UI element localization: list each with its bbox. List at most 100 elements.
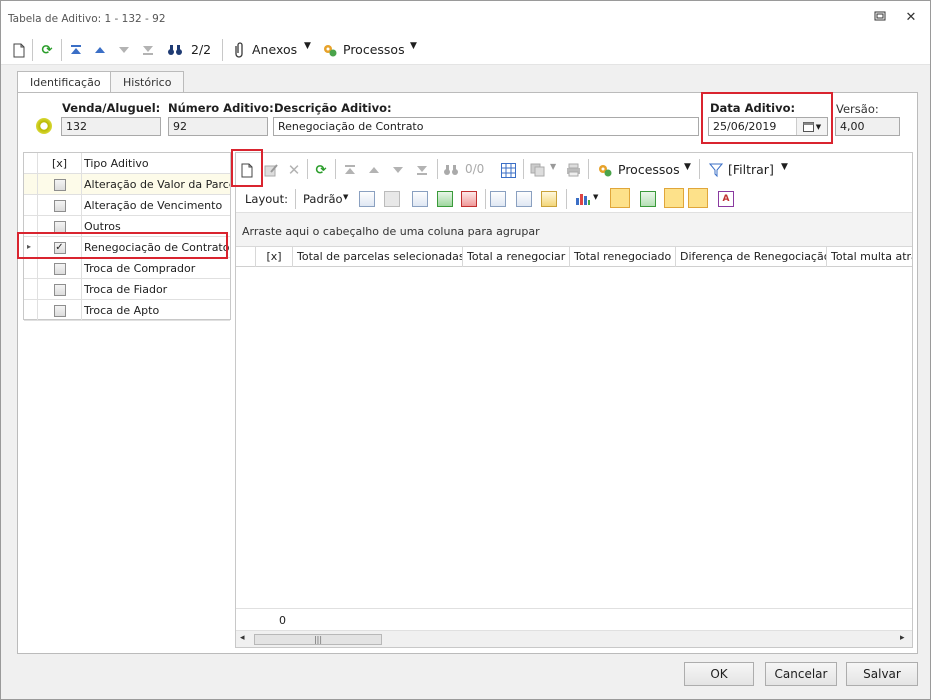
binoculars-icon[interactable]	[166, 41, 184, 59]
tipo-row[interactable]: Troca de Comprador	[24, 258, 230, 279]
chart-dropdown-icon[interactable]: ▼	[593, 193, 598, 201]
processos-dropdown-icon[interactable]: ▼	[410, 41, 417, 51]
delete-icon[interactable]: ✕	[285, 161, 303, 179]
group-panel[interactable]: Arraste aqui o cabeçalho de uma coluna p…	[236, 213, 912, 247]
filter-icon[interactable]	[707, 161, 725, 179]
next-record-icon[interactable]	[115, 41, 133, 59]
column-header-diferenca[interactable]: Diferença de Renegociação	[676, 247, 827, 267]
new-icon[interactable]	[10, 41, 28, 59]
row-checkbox-cell[interactable]	[38, 258, 82, 279]
tipo-row[interactable]: Troca de Apto	[24, 300, 230, 321]
processos-detail-dropdown-icon[interactable]: ▼	[684, 162, 691, 172]
edit-icon[interactable]	[262, 161, 280, 179]
separator	[523, 159, 524, 179]
highlight-icon[interactable]	[541, 191, 557, 207]
scroll-right-icon[interactable]: ▸	[900, 633, 905, 643]
view-option-3-icon[interactable]	[664, 188, 684, 208]
checkbox[interactable]	[53, 178, 66, 191]
copy-icon[interactable]	[529, 161, 547, 179]
previous-record-icon[interactable]	[91, 41, 109, 59]
row-checkbox-cell[interactable]	[38, 279, 82, 300]
view-option-2-icon[interactable]	[640, 191, 656, 207]
title-bar: Tabela de Aditivo: 1 - 132 - 92 ✕	[1, 1, 930, 35]
last-detail-icon[interactable]	[413, 161, 431, 179]
cancel-button[interactable]: Cancelar	[765, 662, 837, 686]
checkbox[interactable]	[53, 262, 66, 275]
save-layout-icon[interactable]	[359, 191, 375, 207]
numero-field[interactable]: 92	[168, 117, 268, 136]
save-button[interactable]: Salvar	[846, 662, 918, 686]
font-icon[interactable]: A	[718, 191, 734, 207]
tipo-label: Troca de Comprador	[84, 262, 196, 275]
tipo-label: Alteração de Valor da Parcela	[84, 178, 230, 191]
delete-layout-icon[interactable]	[384, 191, 400, 207]
print-icon[interactable]	[564, 161, 582, 179]
checkbox[interactable]	[53, 283, 66, 296]
row-indicator	[24, 258, 38, 279]
processos-gear-icon[interactable]	[321, 41, 339, 59]
anexos-dropdown-icon[interactable]: ▼	[304, 41, 311, 51]
tipo-row[interactable]: Alteração de Valor da Parcela	[24, 174, 230, 195]
export-up-icon[interactable]	[461, 191, 477, 207]
tab-historico[interactable]: Histórico	[110, 71, 185, 93]
sum-icon[interactable]	[516, 191, 532, 207]
venda-field[interactable]: 132	[61, 117, 161, 136]
group-by-icon[interactable]	[490, 191, 506, 207]
filtrar-button[interactable]: [Filtrar]	[728, 162, 774, 177]
layout-dropdown-icon[interactable]: ▼	[343, 193, 348, 201]
layout-padrao-select[interactable]: Padrão	[303, 192, 343, 206]
processos-detail-button[interactable]: Processos	[618, 162, 680, 177]
ok-button[interactable]: OK	[684, 662, 754, 686]
row-checkbox-cell[interactable]	[38, 195, 82, 216]
copy-dropdown-icon[interactable]: ▼	[550, 162, 556, 171]
row-checkbox-cell[interactable]	[38, 174, 82, 195]
last-record-icon[interactable]	[139, 41, 157, 59]
filtrar-dropdown-icon[interactable]: ▼	[781, 162, 788, 172]
separator	[588, 159, 589, 179]
tipo-row[interactable]: Troca de Fiador	[24, 279, 230, 300]
columns-icon[interactable]	[412, 191, 428, 207]
column-header-total-parcelas[interactable]: Total de parcelas selecionadas	[293, 247, 463, 267]
next-detail-icon[interactable]	[389, 161, 407, 179]
export-down-icon[interactable]	[437, 191, 453, 207]
column-header-total-renegociar[interactable]: Total a renegociar	[463, 247, 570, 267]
scroll-left-icon[interactable]: ◂	[240, 633, 245, 643]
tipo-header[interactable]: Tipo Aditivo	[84, 157, 230, 170]
tipo-row[interactable]: Alteração de Vencimento	[24, 195, 230, 216]
aditivo-window: Tabela de Aditivo: 1 - 132 - 92 ✕ ⟳ 2/2	[0, 0, 931, 700]
anexos-button[interactable]: Anexos	[252, 42, 297, 57]
close-icon[interactable]: ✕	[902, 10, 920, 26]
previous-detail-icon[interactable]	[365, 161, 383, 179]
checkbox[interactable]	[53, 199, 66, 212]
versao-field[interactable]: 4,00	[835, 117, 900, 136]
refresh-detail-icon[interactable]: ⟳	[312, 161, 330, 179]
view-option-4-icon[interactable]	[688, 188, 708, 208]
refresh-icon[interactable]: ⟳	[38, 41, 56, 59]
processos-button[interactable]: Processos	[343, 42, 405, 57]
binoculars-detail-icon[interactable]	[442, 161, 460, 179]
processos-detail-gear-icon[interactable]	[596, 161, 614, 179]
pager-text: 2/2	[191, 42, 212, 57]
layout-toolbar: Layout: Padrão ▼ ▼ A	[236, 185, 912, 213]
checkbox[interactable]	[53, 220, 66, 233]
first-detail-icon[interactable]	[341, 161, 359, 179]
chart-icon[interactable]	[574, 190, 592, 208]
row-checkbox-cell[interactable]	[38, 300, 82, 321]
column-header-total-renegociado[interactable]: Total renegociado	[570, 247, 676, 267]
column-header-multa[interactable]: Total multa atraso	[827, 247, 912, 267]
grid-view-icon[interactable]	[499, 161, 517, 179]
separator	[699, 159, 700, 179]
detail-toolbar: ✕ ⟳ 0/0 ▼ Processos ▼ [Filtrar] ▼	[236, 153, 912, 185]
checkbox[interactable]	[53, 304, 66, 317]
view-option-1-icon[interactable]	[610, 188, 630, 208]
column-header-check[interactable]: [x]	[256, 247, 293, 267]
paperclip-icon[interactable]	[230, 41, 248, 59]
scroll-thumb[interactable]: |||	[254, 634, 382, 645]
descricao-field[interactable]: Renegociação de Contrato	[273, 117, 699, 136]
restore-icon[interactable]	[871, 10, 889, 26]
horizontal-scrollbar[interactable]: ◂ ||| ▸	[236, 630, 912, 647]
separator	[335, 159, 336, 179]
check-header[interactable]: [x]	[38, 153, 82, 174]
tab-identificacao[interactable]: Identificação	[17, 71, 114, 94]
first-record-icon[interactable]	[67, 41, 85, 59]
